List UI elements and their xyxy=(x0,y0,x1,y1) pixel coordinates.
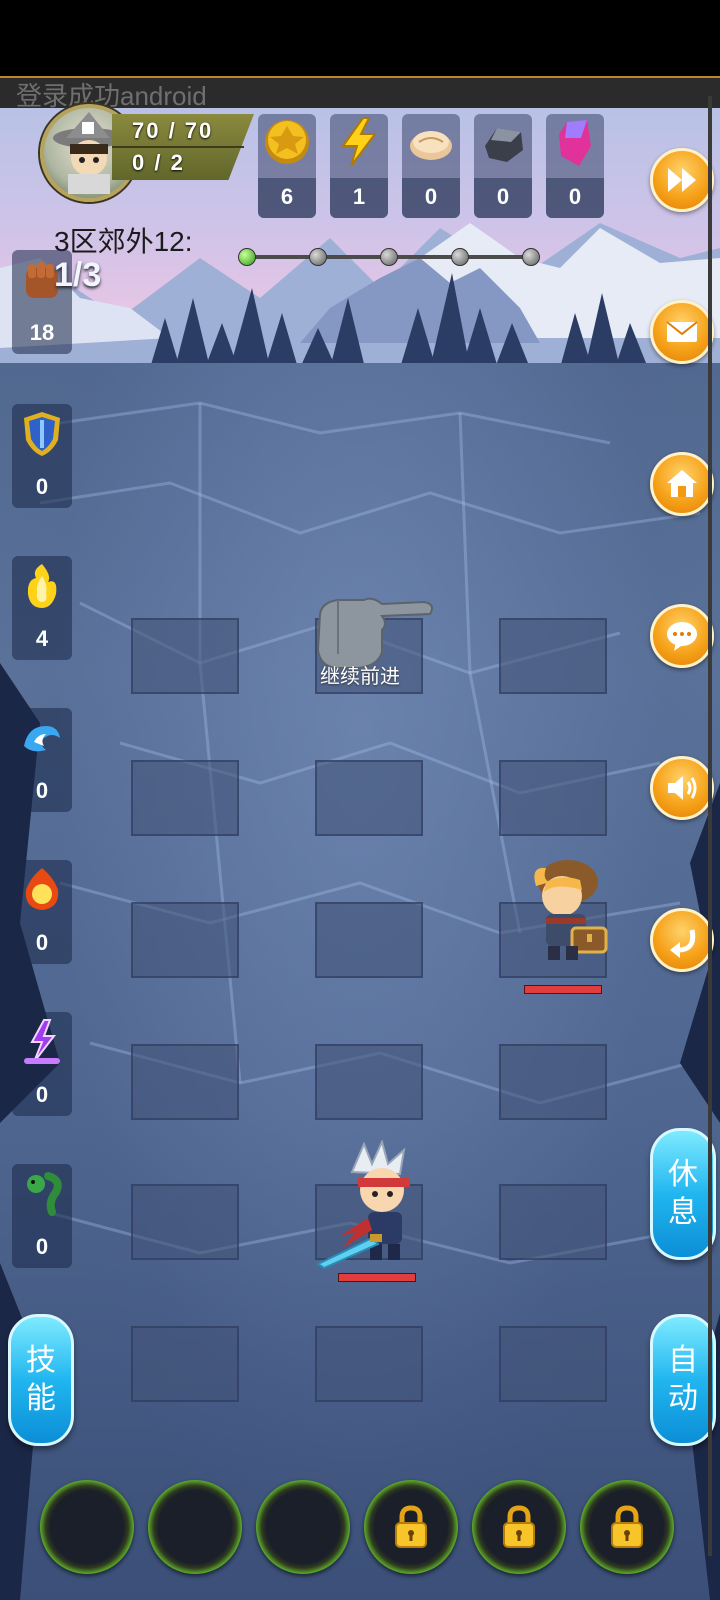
resource-ore[interactable]: 0 xyxy=(474,114,532,218)
scrollbar[interactable] xyxy=(708,96,712,1556)
lock-icon xyxy=(503,1505,535,1548)
skill-slot-4-locked[interactable] xyxy=(364,1480,458,1574)
skill-label-1: 技 xyxy=(26,1344,56,1377)
board-tile[interactable] xyxy=(315,1044,423,1120)
side-item-green-serpent[interactable]: 0 xyxy=(12,1164,72,1268)
board-tile[interactable] xyxy=(499,1044,607,1120)
board-tile[interactable] xyxy=(131,618,239,694)
ice-cracks xyxy=(0,401,720,1600)
fire-orb-icon xyxy=(25,868,59,910)
enemy-hp-bar xyxy=(524,985,602,994)
fire-orb-count: 0 xyxy=(35,930,49,955)
resource-energy[interactable]: 1 xyxy=(330,114,388,218)
return-icon xyxy=(670,929,696,958)
skill-label-2: 能 xyxy=(26,1382,56,1415)
skill-slot-1[interactable] xyxy=(40,1480,134,1574)
stage-node xyxy=(451,248,469,266)
hero-hp-bar xyxy=(338,1273,416,1282)
energy-count: 1 xyxy=(352,184,366,209)
board-tile[interactable] xyxy=(499,618,607,694)
auto-button[interactable]: 自 动 xyxy=(650,1314,716,1446)
status-bar xyxy=(0,0,720,76)
wave-counter: 1/3 xyxy=(54,256,102,294)
return-button[interactable] xyxy=(650,908,714,972)
skill-button[interactable]: 技 能 xyxy=(8,1314,74,1446)
bun-icon xyxy=(410,131,452,160)
sound-button[interactable] xyxy=(650,756,714,820)
gold-count: 6 xyxy=(280,184,294,209)
hp-text: 70 / 70 xyxy=(132,118,214,143)
stage-node xyxy=(309,248,327,266)
wave-count: 0 xyxy=(35,778,49,803)
fast-forward-icon xyxy=(668,168,696,192)
bun-count: 0 xyxy=(424,184,438,209)
green-serpent-count: 0 xyxy=(35,1234,49,1259)
stage-name: 3区郊外12: xyxy=(54,226,193,257)
shield-count: 0 xyxy=(35,474,49,499)
hint-text: 继续前进 xyxy=(320,666,400,688)
fast-forward-button[interactable] xyxy=(650,148,714,212)
stage-node-current xyxy=(238,248,256,266)
rest-label-2: 息 xyxy=(668,1196,698,1229)
rest-button[interactable]: 休 息 xyxy=(650,1128,716,1260)
ore-icon xyxy=(485,128,523,162)
side-item-yellow-flame[interactable]: 4 xyxy=(12,556,72,660)
exp-text: 0 / 2 xyxy=(132,150,185,175)
resource-crystal[interactable]: 0 xyxy=(546,114,604,218)
side-item-fire-orb[interactable]: 0 xyxy=(12,860,72,964)
auto-label-1: 自 xyxy=(668,1344,698,1377)
board-tile[interactable] xyxy=(499,1326,607,1402)
chat-icon xyxy=(667,622,697,651)
lock-icon xyxy=(611,1505,643,1548)
purple-lightning-icon xyxy=(24,1019,60,1064)
ore-count: 0 xyxy=(496,184,510,209)
home-button[interactable] xyxy=(650,452,714,516)
resource-gold[interactable]: 6 xyxy=(258,114,316,218)
board-tile[interactable] xyxy=(131,760,239,836)
chat-button[interactable] xyxy=(650,604,714,668)
toast-message: 登录成功android xyxy=(16,81,207,111)
home-icon xyxy=(667,470,697,497)
resource-bun[interactable]: 0 xyxy=(402,114,460,218)
board-tile[interactable] xyxy=(315,1326,423,1402)
rest-label-1: 休 xyxy=(668,1158,698,1191)
board-tile[interactable] xyxy=(499,760,607,836)
wave-icon xyxy=(24,726,60,752)
lightning-icon xyxy=(341,117,377,167)
stage-node xyxy=(522,248,540,266)
green-serpent-icon xyxy=(27,1172,62,1216)
board-tile[interactable] xyxy=(315,902,423,978)
board-tile[interactable] xyxy=(131,902,239,978)
gold-coin-icon xyxy=(265,120,309,164)
side-item-wave[interactable]: 0 xyxy=(12,708,72,812)
skill-slot-6-locked[interactable] xyxy=(580,1480,674,1574)
toast-bar: 登录成功android xyxy=(0,76,720,110)
crystal-icon xyxy=(559,120,591,166)
side-item-purple-lightning[interactable]: 0 xyxy=(12,1012,72,1116)
board-tile[interactable] xyxy=(499,1184,607,1260)
purple-lightning-count: 0 xyxy=(35,1082,49,1107)
board-tile[interactable] xyxy=(315,760,423,836)
mail-button[interactable] xyxy=(650,300,714,364)
yellow-flame-icon xyxy=(27,564,57,608)
board-tile[interactable] xyxy=(131,1184,239,1260)
shield-icon xyxy=(24,412,60,456)
thief-enemy[interactable] xyxy=(516,852,616,972)
stage-node xyxy=(380,248,398,266)
skill-slot-2[interactable] xyxy=(148,1480,242,1574)
crystal-count: 0 xyxy=(568,184,582,209)
stats-divider xyxy=(112,146,244,148)
auto-label-2: 动 xyxy=(668,1382,698,1415)
fist-count: 18 xyxy=(29,320,55,345)
board-tile[interactable] xyxy=(131,1044,239,1120)
sound-icon xyxy=(668,776,697,800)
yellow-flame-count: 4 xyxy=(35,626,49,651)
mail-icon xyxy=(666,321,698,342)
board-tile[interactable] xyxy=(131,1326,239,1402)
side-item-shield[interactable]: 0 xyxy=(12,404,72,508)
skill-slot-3[interactable] xyxy=(256,1480,350,1574)
skill-slot-5-locked[interactable] xyxy=(472,1480,566,1574)
hero-character[interactable] xyxy=(312,1140,442,1270)
lock-icon xyxy=(395,1505,427,1548)
